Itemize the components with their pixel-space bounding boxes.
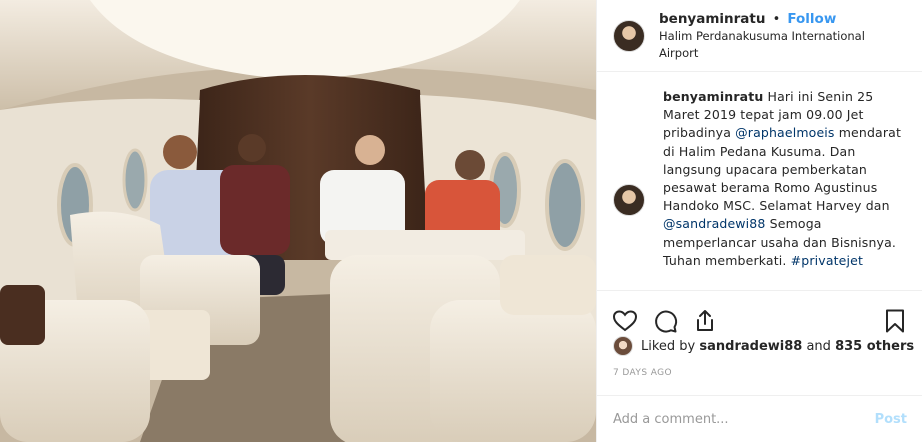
jet-cabin-image [0,0,596,442]
liker-username[interactable]: sandradewi88 [699,339,802,354]
username-link[interactable]: benyaminratu [659,11,765,27]
share-icon[interactable] [691,307,719,335]
caption-username[interactable]: benyaminratu [663,89,763,104]
caption-avatar[interactable] [613,184,645,216]
header-text: benyaminratu • Follow Halim Perdanakusum… [659,9,906,62]
timestamp[interactable]: 7 DAYS AGO [613,368,672,378]
caption: benyaminratu Hari ini Senin 25 Maret 201… [613,88,907,270]
caption-area: benyaminratu Hari ini Senin 25 Maret 201… [597,72,922,290]
avatar[interactable] [613,19,645,52]
likes-line: Liked by sandradewi88 and 835 others [613,336,914,356]
likes-middle: and [806,338,831,354]
mention-sandradewi88[interactable]: @sandradewi88 [663,216,766,231]
action-bar [597,290,922,340]
likes-prefix: Liked by [641,338,696,354]
bookmark-icon[interactable] [881,307,909,335]
post-header: benyaminratu • Follow Halim Perdanakusum… [597,0,922,72]
caption-text: benyaminratu Hari ini Senin 25 Maret 201… [663,88,907,270]
likes-others-link[interactable]: 835 others [835,339,914,354]
post-photo[interactable] [0,0,596,442]
post-comment-button[interactable]: Post [875,412,907,427]
mention-raphaelmoeis[interactable]: @raphaelmoeis [735,125,834,140]
comment-bar: Post [597,395,922,442]
comment-icon[interactable] [651,307,679,335]
separator-dot: • [772,12,781,27]
heart-icon[interactable] [611,307,639,335]
liker-avatar[interactable] [613,336,633,356]
post-side-panel: benyaminratu • Follow Halim Perdanakusum… [596,0,922,442]
location-link[interactable]: Halim Perdanakusuma International Airpor… [659,28,906,62]
comment-input[interactable] [613,411,875,427]
hashtag-privatejet[interactable]: #privatejet [791,253,863,268]
follow-button[interactable]: Follow [787,11,836,27]
